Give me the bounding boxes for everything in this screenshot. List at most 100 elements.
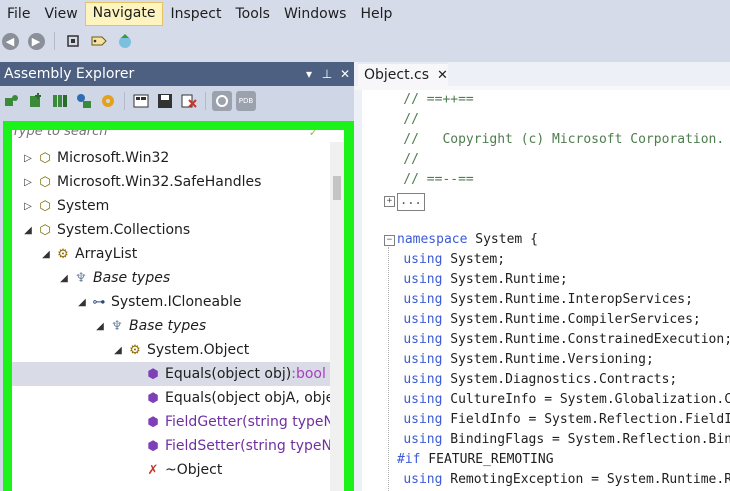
settings-icon[interactable]: [63, 31, 83, 51]
nuget-icon[interactable]: [74, 91, 94, 111]
tree-node-label: Base types: [129, 318, 207, 334]
collapse-region-icon[interactable]: −: [384, 235, 395, 246]
settings-gear-icon[interactable]: [98, 91, 118, 111]
private-method-icon: ⬢: [147, 414, 159, 430]
return-type: :bool: [291, 366, 326, 382]
pin-icon[interactable]: ⊥: [318, 67, 336, 81]
code-line: using System.Diagnostics.Contracts;: [403, 372, 678, 387]
tree-node-label: Microsoft.Win32.SafeHandles: [57, 174, 262, 190]
open-assembly-icon[interactable]: [2, 91, 22, 111]
toolbar-gap: [0, 54, 730, 62]
tree-node[interactable]: ◢ ⚙ System.Object: [12, 338, 330, 362]
search-check-icon: ✓: [308, 130, 318, 139]
tree-node-label: Microsoft.Win32: [57, 150, 170, 166]
method-icon: ⬢: [147, 390, 159, 406]
search-box[interactable]: ✓: [12, 130, 330, 142]
run-icon[interactable]: [115, 31, 135, 51]
tree-node[interactable]: ⬢ FieldGetter(string typeName, string fie…: [12, 410, 330, 434]
base-types-icon: ♆: [111, 318, 123, 334]
code-line: using System.Runtime.Versioning;: [403, 352, 654, 367]
tree-node-label: System.Object: [147, 342, 250, 358]
code-line: using System.Runtime.ConstrainedExecutio…: [403, 332, 730, 347]
tree-node[interactable]: ◢ ⚙ ArrayList: [12, 242, 330, 266]
scrollbar-thumb[interactable]: [333, 176, 341, 200]
save-icon[interactable]: [155, 91, 175, 111]
tree-node-label: ArrayList: [75, 246, 138, 262]
tree-node[interactable]: ◢ ⬡ System.Collections: [12, 218, 330, 242]
collapse-arrow-icon[interactable]: ◢: [94, 321, 106, 332]
back-icon[interactable]: ◀: [0, 31, 20, 51]
expand-arrow-icon[interactable]: ▷: [22, 177, 34, 188]
tab-close-icon[interactable]: ✕: [437, 68, 448, 83]
code-line: // ==++==: [372, 92, 474, 107]
tree-node-label: System: [57, 198, 110, 214]
editor-gutter: [354, 90, 362, 491]
code-line: //: [372, 112, 419, 127]
menu-inspect[interactable]: Inspect: [163, 3, 228, 25]
menu-view[interactable]: View: [37, 3, 84, 25]
asm-toolbar-separator: [124, 92, 125, 110]
menu-help[interactable]: Help: [353, 3, 399, 25]
expand-arrow-icon[interactable]: ▷: [22, 201, 34, 212]
code-line: #if FEATURE_REMOTING: [397, 452, 554, 467]
collapse-arrow-icon[interactable]: ◢: [112, 345, 124, 356]
assembly-explorer-toolbar: PDB: [0, 86, 356, 116]
tree-node-label: System.Collections: [57, 222, 191, 238]
tree-scrollbar[interactable]: [330, 142, 344, 491]
tree-node-label: System.ICloneable: [111, 294, 242, 310]
collapse-arrow-icon[interactable]: ◢: [76, 297, 88, 308]
expand-arrow-icon[interactable]: ▷: [22, 153, 34, 164]
tree-node[interactable]: ⬢ Equals(object obj):bool: [12, 362, 330, 386]
collapsed-region[interactable]: ...: [397, 193, 425, 211]
tree-node[interactable]: ▷ ⬡ System: [12, 194, 330, 218]
tree-node[interactable]: ⬢ Equals(object objA, object objB): [12, 386, 330, 410]
code-line: namespace System {: [397, 232, 538, 247]
base-types-icon: ♆: [75, 270, 87, 286]
tab-title: Object.cs: [364, 67, 430, 83]
code-editor[interactable]: // ==++== // // Copyright (c) Microsoft …: [354, 90, 730, 491]
remove-icon[interactable]: [179, 91, 199, 111]
tree-node[interactable]: ◢ ♆ Base types: [12, 314, 330, 338]
add-assembly-icon[interactable]: [26, 91, 46, 111]
export-icon[interactable]: [212, 91, 232, 111]
close-icon[interactable]: ✕: [336, 67, 354, 81]
tree-node-label: ~Object: [165, 462, 223, 478]
code-line: using BindingFlags = System.Reflection.B…: [403, 432, 730, 447]
code-line: using RemotingException = System.Runtime…: [403, 472, 730, 487]
tree-node[interactable]: ◢ ⊶ System.ICloneable: [12, 290, 330, 314]
private-method-icon: ⬢: [147, 438, 159, 454]
dropdown-icon[interactable]: ▾: [300, 67, 318, 81]
code-line: using System;: [403, 252, 506, 267]
collapse-arrow-icon[interactable]: ◢: [22, 225, 34, 236]
tree-node[interactable]: ◢ ♆ Base types: [12, 266, 330, 290]
tree-node[interactable]: ▷ ⬡ Microsoft.Win32.SafeHandles: [12, 170, 330, 194]
forward-icon[interactable]: ▶: [26, 31, 46, 51]
class-icon: ⚙: [57, 246, 69, 262]
tag-icon[interactable]: [89, 31, 109, 51]
tab-object-cs[interactable]: Object.cs ✕: [358, 62, 448, 86]
expand-region-icon[interactable]: +: [384, 196, 395, 207]
namespace-icon: ⬡: [39, 150, 51, 166]
menu-bar: File View Navigate Inspect Tools Windows Help: [0, 0, 730, 28]
tree-node[interactable]: ✗ ~Object: [12, 458, 330, 482]
tree-node-label: FieldGetter(string typeName, string fiel…: [165, 414, 330, 430]
outline-guide: [388, 247, 389, 491]
menu-navigate[interactable]: Navigate: [84, 2, 164, 26]
assembly-list-icon[interactable]: [131, 91, 151, 111]
class-icon: ⚙: [129, 342, 141, 358]
tree-node[interactable]: ▷ ⬡ Microsoft.Win32: [12, 146, 330, 170]
namespace-icon: ⬡: [39, 222, 51, 238]
tree-node[interactable]: ⬢ FieldSetter(string typeName, string fie…: [12, 434, 330, 458]
open-folder-icon[interactable]: [50, 91, 70, 111]
collapse-arrow-icon[interactable]: ◢: [40, 249, 52, 260]
code-line: using System.Runtime;: [403, 272, 568, 287]
asm-toolbar-separator-2: [205, 92, 206, 110]
menu-windows[interactable]: Windows: [277, 3, 354, 25]
search-input[interactable]: [12, 130, 312, 140]
pdb-icon[interactable]: PDB: [236, 91, 256, 111]
namespace-icon: ⬡: [39, 198, 51, 214]
collapse-arrow-icon[interactable]: ◢: [58, 273, 70, 284]
menu-file[interactable]: File: [0, 3, 37, 25]
code-line: using System.Runtime.InteropServices;: [403, 292, 693, 307]
menu-tools[interactable]: Tools: [228, 3, 277, 25]
